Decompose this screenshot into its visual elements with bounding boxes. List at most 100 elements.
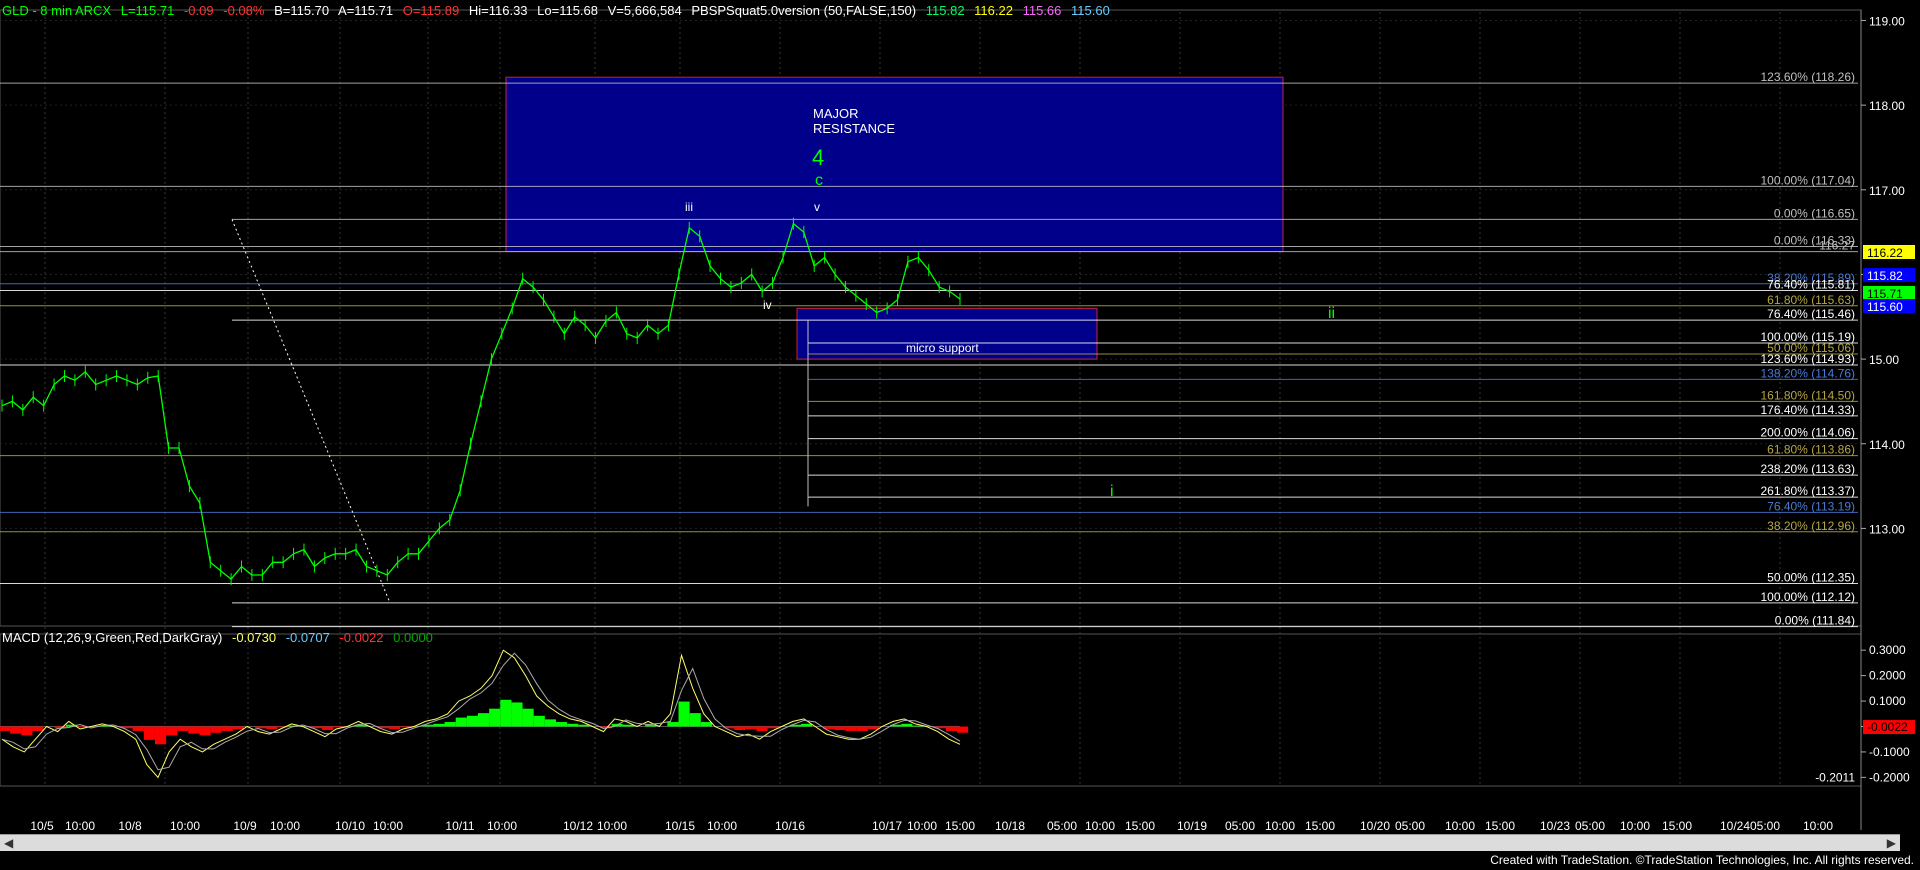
x-axis-label: 10/24 [1720, 819, 1750, 833]
price-tag-label: 115.60 [1867, 300, 1903, 314]
macd-value-4: 0.0000 [393, 630, 433, 645]
change-pct: -0.08% [223, 3, 265, 18]
macd-histogram-bar [767, 726, 779, 729]
fib-level-label: 50.00% (112.35) [1767, 570, 1855, 584]
price-tick-label: 117.00 [1869, 184, 1905, 198]
x-axis-label: 10:00 [170, 819, 200, 833]
x-axis-label: 10/20 [1360, 819, 1390, 833]
annotation-wave-i: i [1110, 483, 1114, 500]
fib-level-label: 138.20% (114.76) [1760, 366, 1855, 380]
annotation-wave-4: 4 [812, 145, 824, 170]
fib-level-label: 0.00% (111.84) [1775, 614, 1855, 628]
price-tag-label: 116.22 [1867, 246, 1903, 260]
fib-level-label: 38.20% (112.96) [1767, 519, 1855, 533]
macd-tick-label: -0.1000 [1869, 745, 1910, 759]
macd-histogram-bar [32, 726, 44, 731]
macd-histogram-bar [21, 726, 33, 736]
macd-histogram-bar [0, 726, 11, 731]
fib-level-label: 238.20% (113.63) [1760, 462, 1855, 476]
last-price: L=115.71 [120, 3, 175, 18]
macd-histogram-bar [756, 726, 768, 731]
macd-histogram-bar [678, 701, 690, 727]
x-axis-label: 15:00 [945, 819, 975, 833]
study-label: PBSPSquat5.0version (50,FALSE,150) [691, 3, 917, 18]
x-axis-label: 10:00 [707, 819, 737, 833]
macd-tick-label: -0.2000 [1869, 770, 1910, 784]
macd-histogram-bar [10, 726, 22, 734]
annotation-wave-iv: iv [763, 298, 772, 312]
macd-tick-label: 0.1000 [1869, 694, 1906, 708]
macd-histogram-bar [856, 726, 868, 731]
fib-level-label: 123.60% (118.26) [1760, 70, 1855, 84]
x-axis-label: 10/18 [995, 819, 1025, 833]
macd-histogram-bar [177, 726, 189, 731]
x-axis-label: 10/5 [30, 819, 54, 833]
fib-level-label: 61.80% (113.86) [1767, 443, 1855, 457]
annotation-micro-support: micro support [906, 341, 979, 355]
x-axis-label: 10/9 [233, 819, 257, 833]
scroll-left-icon[interactable]: ◀ [4, 836, 13, 850]
x-axis-label: 05:00 [1225, 819, 1255, 833]
x-axis-label: 10:00 [1620, 819, 1650, 833]
fib-level-label: 100.00% (112.12) [1760, 590, 1855, 604]
ask-value: A=115.71 [338, 3, 394, 18]
macd-panel-border [0, 633, 1862, 787]
x-axis-label: 10:00 [487, 819, 517, 833]
x-axis-label: 10:00 [1265, 819, 1295, 833]
chart-canvas: 119.00118.00117.00116.0015.00114.00113.0… [0, 9, 1915, 833]
x-axis-label: 10/17 [872, 819, 902, 833]
x-axis-label: 10:00 [1803, 819, 1833, 833]
open-value: O=115.89 [402, 3, 460, 18]
x-axis-label: 15:00 [1662, 819, 1692, 833]
fib-level-label: 76.40% (113.19) [1767, 499, 1855, 513]
chart-header: GLD - 8 min ARCX L=115.71 -0.09 -0.08% B… [2, 3, 1116, 18]
x-axis-label: 10:00 [373, 819, 403, 833]
price-tick-label: 15.00 [1869, 353, 1899, 367]
macd-histogram-bar [388, 726, 401, 730]
study-value-2: 116.22 [974, 3, 1013, 18]
macd-histogram-bar [277, 726, 289, 728]
macd-histogram-bar [834, 726, 846, 731]
macd-histogram-bar [533, 715, 545, 727]
fib-level-label: 0.00% (116.65) [1774, 206, 1855, 220]
macd-histogram-bar [555, 722, 568, 727]
diagonal-trendline [231, 219, 391, 604]
macd-histogram-bar [266, 726, 278, 730]
price-tag-label: 115.82 [1867, 269, 1903, 283]
x-axis-label: 10/8 [118, 819, 142, 833]
x-axis-label: 10:00 [1085, 819, 1115, 833]
macd-histogram-bar [700, 722, 712, 727]
x-axis-label: 05:00 [1047, 819, 1077, 833]
bid-value: B=115.70 [274, 3, 330, 18]
macd-value-2: -0.0707 [285, 630, 330, 645]
x-axis-label: 10:00 [1445, 819, 1475, 833]
macd-histogram-bar [466, 715, 478, 727]
macd-histogram-bar [578, 724, 590, 727]
x-axis-label: 10/12 [563, 819, 593, 833]
fib-level-label: 100.00% (117.04) [1760, 173, 1855, 187]
major-resistance-zone [505, 76, 1284, 253]
macd-histogram-bar [154, 726, 167, 745]
annotation-resistance: RESISTANCE [813, 121, 895, 136]
macd-histogram-bar [210, 726, 222, 733]
footer-credit: Created with TradeStation. ©TradeStation… [1490, 853, 1914, 867]
macd-histogram-bar [255, 726, 267, 729]
study-value-1: 115.82 [925, 3, 965, 18]
fib-level-label: 76.40% (115.46) [1767, 307, 1855, 321]
horizontal-scrollbar[interactable]: ◀ ▶ [0, 834, 1900, 851]
fib-level-label: 61.80% (115.63) [1767, 293, 1855, 307]
macd-histogram-bar [455, 717, 467, 727]
macd-histogram-bar [433, 723, 445, 727]
scroll-right-icon[interactable]: ▶ [1887, 836, 1896, 850]
macd-last-tag-label: -0.0022 [1867, 720, 1908, 734]
fib-level-label: 176.40% (114.33) [1760, 403, 1855, 417]
macd-histogram-bar [801, 723, 813, 727]
annotation-wave-iii: iii [685, 200, 693, 214]
macd-histogram-bar [166, 726, 178, 736]
macd-histogram-bar [322, 726, 334, 731]
annotation-wave-v: v [814, 200, 820, 214]
macd-histogram-bar [645, 724, 657, 727]
macd-histogram-bar [734, 726, 746, 731]
macd-histogram-bar [199, 726, 211, 736]
annotation-wave-c: c [815, 172, 823, 189]
